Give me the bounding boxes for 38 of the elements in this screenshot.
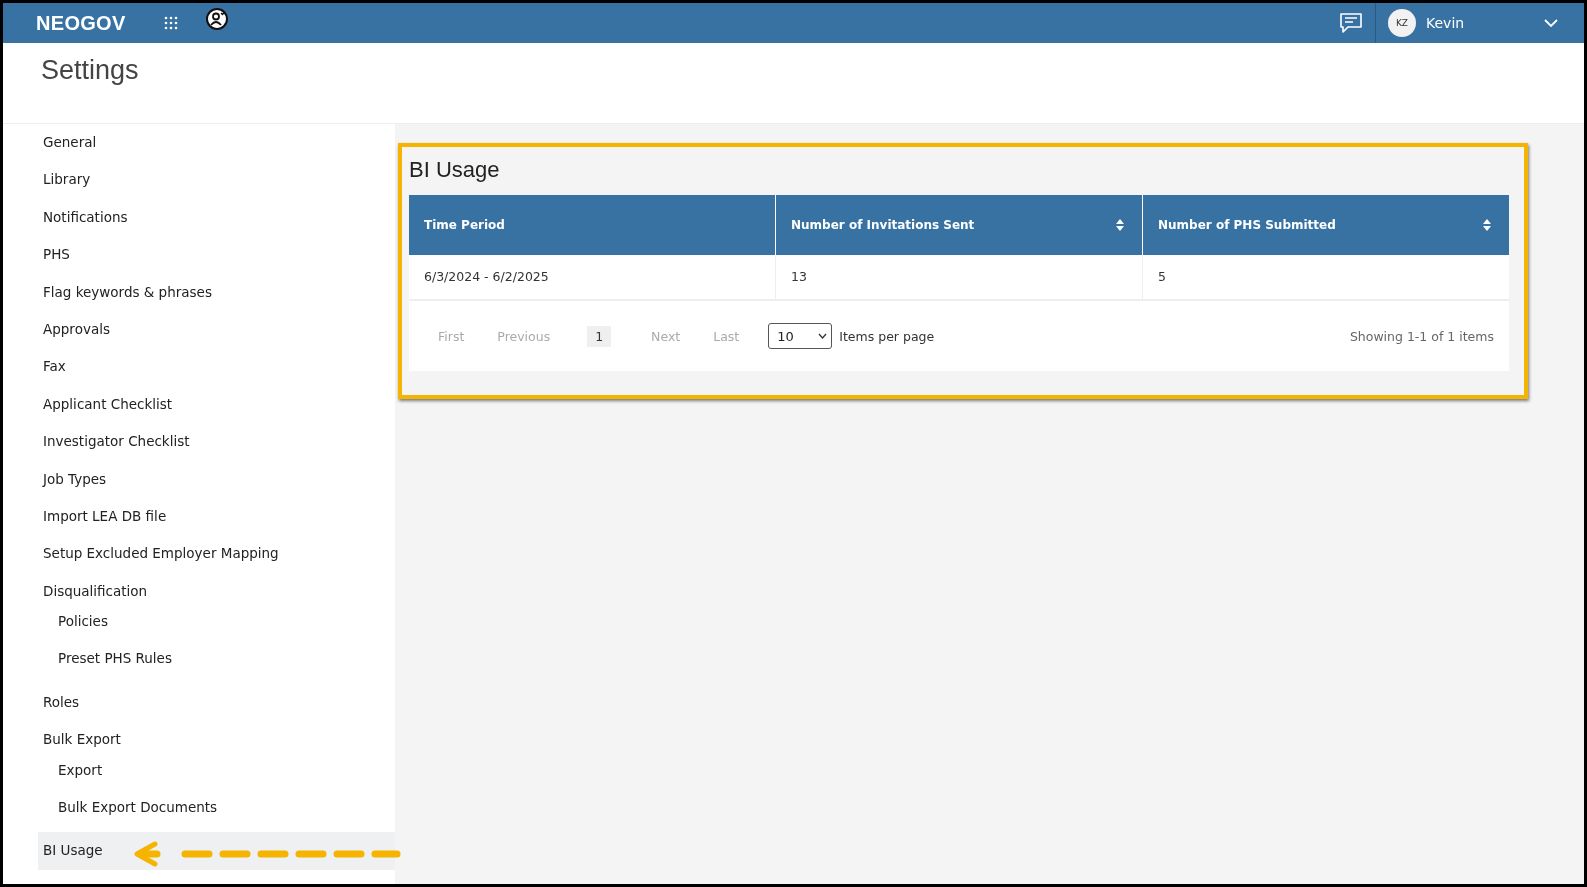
chevron-down-icon — [818, 333, 828, 339]
sidebar-item[interactable]: Job Types — [38, 460, 395, 498]
column-header[interactable]: Number of PHS Submitted — [1142, 195, 1509, 255]
sidebar-item[interactable]: BI Usage — [38, 832, 395, 870]
sidebar-item[interactable]: Import LEA DB file — [38, 497, 395, 536]
sort-icon — [1483, 219, 1491, 231]
sidebar-item[interactable]: Roles — [38, 683, 395, 722]
app-grid-icon[interactable] — [163, 16, 178, 30]
sidebar-item[interactable]: PHS — [38, 236, 395, 274]
sidebar-subitem[interactable]: Preset PHS Rules — [38, 640, 395, 678]
logo[interactable]: NEOGOV — [36, 11, 126, 35]
column-header[interactable]: Number of Invitations Sent — [775, 195, 1142, 255]
page-title: Settings — [41, 55, 140, 86]
user-menu[interactable]: KZ Kevin — [1375, 3, 1584, 43]
sidebar-item[interactable]: Library — [38, 161, 395, 199]
sidebar-item[interactable]: Investigator Checklist — [38, 423, 395, 461]
column-header[interactable]: Time Period — [409, 195, 775, 255]
sidebar-subitem[interactable]: Bulk Export Documents — [38, 789, 395, 827]
table-cell-text: 6/3/2024 - 6/2/2025 — [423, 268, 550, 286]
chat-icon[interactable] — [1339, 12, 1363, 34]
page-size-select[interactable]: 10 — [768, 323, 833, 349]
items-per-page-label: Items per page — [839, 328, 935, 344]
sidebar-item[interactable]: Flag keywords & phrases — [38, 273, 395, 311]
sidebar-item[interactable]: General — [38, 124, 395, 162]
panel-title: BI Usage — [409, 157, 501, 183]
user-circle-icon[interactable] — [205, 8, 228, 30]
items-summary: Showing 1-1 of 1 items — [1349, 328, 1494, 344]
avatar: KZ — [1388, 9, 1416, 37]
page-number[interactable]: 1 — [587, 325, 612, 347]
sidebar-item[interactable]: Notifications — [38, 198, 395, 237]
sidebar-item[interactable]: Fax — [38, 348, 395, 386]
chevron-down-icon — [1544, 19, 1558, 27]
sort-icon — [1116, 219, 1124, 231]
sidebar-item[interactable]: Applicant Checklist — [38, 385, 395, 424]
table-cell: 5 — [1142, 255, 1509, 299]
sidebar-item[interactable]: Approvals — [38, 310, 395, 349]
table-cell: 13 — [775, 255, 1142, 299]
sidebar-item[interactable]: Setup Excluded Employer Mapping — [38, 535, 395, 573]
